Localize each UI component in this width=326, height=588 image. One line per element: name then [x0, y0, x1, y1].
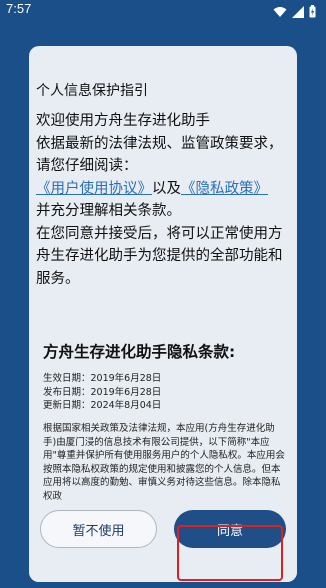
welcome-text: 欢迎使用方舟生存进化助手: [36, 113, 210, 129]
highlight-box: [177, 525, 283, 581]
agreements-line: 《用户使用协议》以及《隐私政策》: [36, 178, 294, 201]
status-icons: [273, 3, 316, 22]
understand-text: 并充分理解相关条款。: [36, 203, 181, 219]
dialog-title: 个人信息保护指引: [36, 83, 148, 99]
privacy-dialog: 个人信息保护指引 欢迎使用方舟生存进化助手 依据最新的法律法规、监管政策要求， …: [29, 46, 297, 582]
intro-text: 欢迎使用方舟生存进化助手 依据最新的法律法规、监管政策要求， 请您仔细阅读： 《…: [36, 110, 294, 290]
published-date: 发布日期：2019年6月28日: [43, 386, 162, 398]
user-agreement-link[interactable]: 《用户使用协议》: [36, 181, 152, 197]
effective-date: 生效日期：2019年6月28日: [43, 373, 162, 384]
law-text: 依据最新的法律法规、监管政策要求，: [36, 135, 283, 152]
status-time: 7:57: [6, 1, 32, 16]
battery-charging-icon: [309, 3, 316, 22]
consent-text: 在您同意并接受后，将可以正常使用方舟生存进化助手为您提供的全部功能和服务。: [36, 225, 283, 287]
privacy-policy-link[interactable]: 《隐私政策》: [181, 181, 268, 197]
signal-icon: [292, 3, 304, 22]
policy-title: 方舟生存进化助手隐私条款:: [43, 343, 236, 361]
decline-button[interactable]: 暂不使用: [40, 510, 157, 548]
and-text: 以及: [152, 180, 181, 197]
wifi-icon: [273, 3, 287, 22]
updated-date: 更新日期：2024年8月04日: [43, 400, 162, 411]
policy-dates: 生效日期：2019年6月28日 发布日期：2019年6月28日 更新日期：202…: [43, 372, 161, 413]
status-bar: 7:57: [0, 0, 326, 24]
read-text: 请您仔细阅读：: [36, 158, 138, 174]
policy-body: 根据国家相关政策及法律法规，本应用(方舟生存进化助手)由厦门浸的信息技术有限公司…: [43, 423, 285, 502]
